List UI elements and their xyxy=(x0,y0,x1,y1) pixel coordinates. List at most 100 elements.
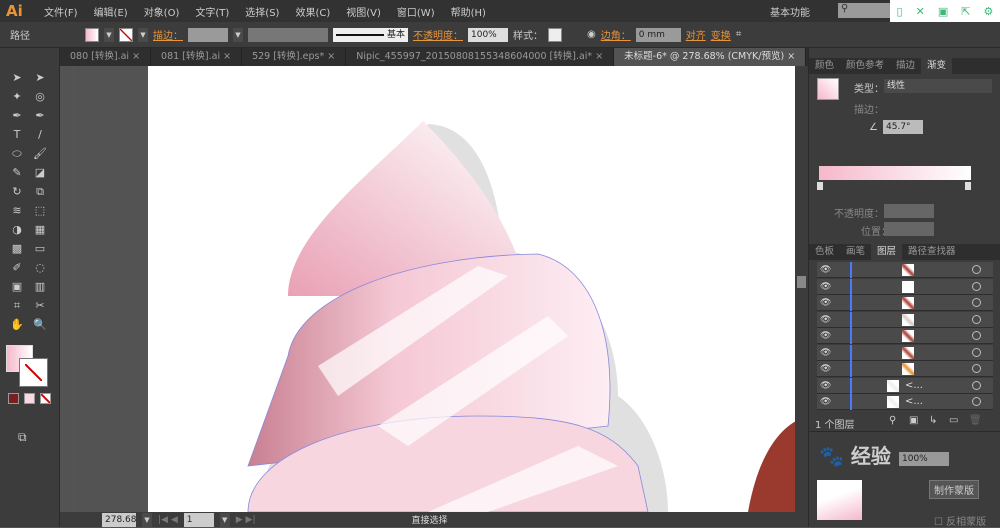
tab-pathfinder[interactable]: 路径查找器 xyxy=(902,244,962,260)
transparency-opacity-field[interactable]: 100% xyxy=(899,452,949,466)
layer-row[interactable]: 👁 xyxy=(817,328,993,344)
shape-builder-tool-icon[interactable]: ◑ xyxy=(8,222,26,238)
none-mode-button[interactable] xyxy=(40,393,51,404)
opacity-field[interactable]: 100% xyxy=(468,27,508,42)
mesh-tool-icon[interactable]: ▩ xyxy=(8,241,26,257)
page-field[interactable]: 1 xyxy=(183,512,214,527)
settings-icon[interactable]: ⚙ xyxy=(984,5,994,18)
layer-row[interactable]: 👁 <... xyxy=(817,377,993,394)
mask-thumbnail[interactable] xyxy=(817,480,862,520)
target-circle-icon[interactable] xyxy=(972,265,981,274)
tab-529[interactable]: 529 [转换].eps* × xyxy=(242,48,347,66)
fill-swatch[interactable] xyxy=(85,27,99,42)
isolate-icon[interactable]: ⌗ xyxy=(736,29,742,40)
target-circle-icon[interactable] xyxy=(972,347,981,357)
target-circle-icon[interactable] xyxy=(972,364,981,373)
tab-080[interactable]: 080 [转换].ai × xyxy=(60,48,152,66)
target-circle-icon[interactable] xyxy=(972,298,981,307)
zoom-dropdown[interactable]: ▼ xyxy=(142,512,152,527)
pen-tool-icon[interactable]: ✒ xyxy=(8,108,26,124)
scale-tool-icon[interactable]: ⧉ xyxy=(31,184,49,200)
lasso-tool-icon[interactable]: ◎ xyxy=(31,89,49,105)
warp-tool-icon[interactable]: ≋ xyxy=(8,203,26,219)
column-graph-tool-icon[interactable]: ▥ xyxy=(31,279,49,295)
menu-object[interactable]: 对象(O) xyxy=(144,4,180,19)
free-transform-tool-icon[interactable]: ⬚ xyxy=(31,203,49,219)
visibility-eye-icon[interactable]: 👁 xyxy=(820,298,831,308)
tab-layers[interactable]: 图层 xyxy=(871,244,903,260)
vertical-scrollbar[interactable] xyxy=(795,66,808,512)
eraser-tool-icon[interactable]: ◪ xyxy=(31,165,49,181)
stroke-swatch[interactable] xyxy=(119,27,133,42)
menu-type[interactable]: 文字(T) xyxy=(195,4,229,19)
position-field[interactable] xyxy=(884,222,934,236)
gradient-tool-icon[interactable]: ▭ xyxy=(31,241,49,257)
corner-field[interactable]: 0 mm xyxy=(635,27,681,42)
artboard[interactable] xyxy=(148,66,795,512)
target-circle-icon[interactable] xyxy=(972,380,981,390)
visibility-eye-icon[interactable]: 👁 xyxy=(820,397,831,407)
zoom-tool-icon[interactable]: 🔍 xyxy=(31,317,49,333)
layer-row[interactable]: 👁 <... xyxy=(817,394,993,410)
delete-layer-icon[interactable]: 🗑 xyxy=(969,415,982,426)
menu-select[interactable]: 选择(S) xyxy=(245,4,279,19)
layer-row[interactable]: 👁 xyxy=(817,361,993,377)
screen-mode-icon[interactable]: ⧉ xyxy=(18,430,27,445)
tab-stroke[interactable]: 描边 xyxy=(890,58,921,74)
target-circle-icon[interactable] xyxy=(972,397,981,406)
ice-cream-artwork[interactable] xyxy=(148,66,795,512)
gradient-stop-end[interactable] xyxy=(965,182,971,190)
visibility-eye-icon[interactable]: 👁 xyxy=(820,265,831,275)
paintbrush-tool-icon[interactable]: 🖌 xyxy=(31,146,49,162)
menu-effect[interactable]: 效果(C) xyxy=(295,4,330,19)
opacity-label[interactable]: 不透明度： xyxy=(413,27,463,42)
workspace-switcher[interactable]: 基本功能 xyxy=(770,4,810,19)
stroke-weight-field[interactable] xyxy=(188,27,228,42)
page-dropdown[interactable]: ▼ xyxy=(219,512,230,527)
make-mask-button[interactable]: 制作蒙版 xyxy=(929,480,979,499)
target-circle-icon[interactable] xyxy=(972,331,981,340)
tab-081[interactable]: 081 [转换].ai × xyxy=(151,48,243,66)
expand-icon[interactable]: ✕ xyxy=(916,5,925,18)
layer-row[interactable]: 👁 xyxy=(817,295,993,311)
layer-row[interactable]: 👁 xyxy=(817,311,993,328)
tab-brushes[interactable]: 画笔 xyxy=(840,244,871,260)
canvas[interactable] xyxy=(60,66,795,512)
tab-color-guide[interactable]: 颜色参考 xyxy=(840,58,890,74)
invert-mask-checkbox[interactable]: ☐ 反相蒙版 xyxy=(934,513,986,528)
gradient-opacity-field[interactable] xyxy=(884,204,934,218)
phone-icon[interactable]: ▯ xyxy=(897,5,903,18)
recolor-icon[interactable]: ◉ xyxy=(587,29,596,40)
visibility-eye-icon[interactable]: 👁 xyxy=(820,348,831,358)
gradient-mode-button[interactable] xyxy=(24,393,35,404)
tab-gradient[interactable]: 渐变 xyxy=(921,58,953,74)
stroke-label[interactable]: 描边： xyxy=(153,27,183,42)
blend-tool-icon[interactable]: ◌ xyxy=(31,260,49,276)
corner-label[interactable]: 边角： xyxy=(601,27,631,42)
gradient-preview[interactable] xyxy=(817,78,839,100)
new-layer-icon[interactable]: ▭ xyxy=(949,415,958,426)
hand-tool-icon[interactable]: ✋ xyxy=(8,317,26,333)
new-sublayer-icon[interactable]: ↳ xyxy=(929,415,937,426)
menu-view[interactable]: 视图(V) xyxy=(346,4,381,19)
target-circle-icon[interactable] xyxy=(972,314,981,324)
zoom-field[interactable]: 278.68 xyxy=(102,512,137,527)
line-tool-icon[interactable]: / xyxy=(31,127,49,143)
variable-width-field[interactable] xyxy=(248,27,328,42)
scroll-thumb[interactable] xyxy=(797,276,806,288)
slice-tool-icon[interactable]: ✂ xyxy=(31,298,49,314)
locate-object-icon[interactable]: ⚲ xyxy=(889,415,896,426)
transform-link[interactable]: 变换 xyxy=(711,27,731,42)
tab-nipic[interactable]: Nipic_455997_20150808155348604000 [转换].a… xyxy=(346,48,615,66)
visibility-eye-icon[interactable]: 👁 xyxy=(820,364,831,374)
screenshot-icon[interactable]: ▣ xyxy=(938,5,948,18)
stroke-weight-dropdown[interactable]: ▼ xyxy=(233,27,243,42)
perspective-grid-tool-icon[interactable]: ▦ xyxy=(31,222,49,238)
menu-window[interactable]: 窗口(W) xyxy=(397,4,435,19)
search-input[interactable]: ⚲ xyxy=(838,3,893,18)
selection-tool-icon[interactable]: ➤ xyxy=(8,70,26,86)
layer-row[interactable]: 👁 xyxy=(817,262,993,278)
tab-swatches[interactable]: 色板 xyxy=(809,244,840,260)
pencil-tool-icon[interactable]: ✎ xyxy=(8,165,26,181)
layer-row[interactable]: 👁 xyxy=(817,278,993,295)
